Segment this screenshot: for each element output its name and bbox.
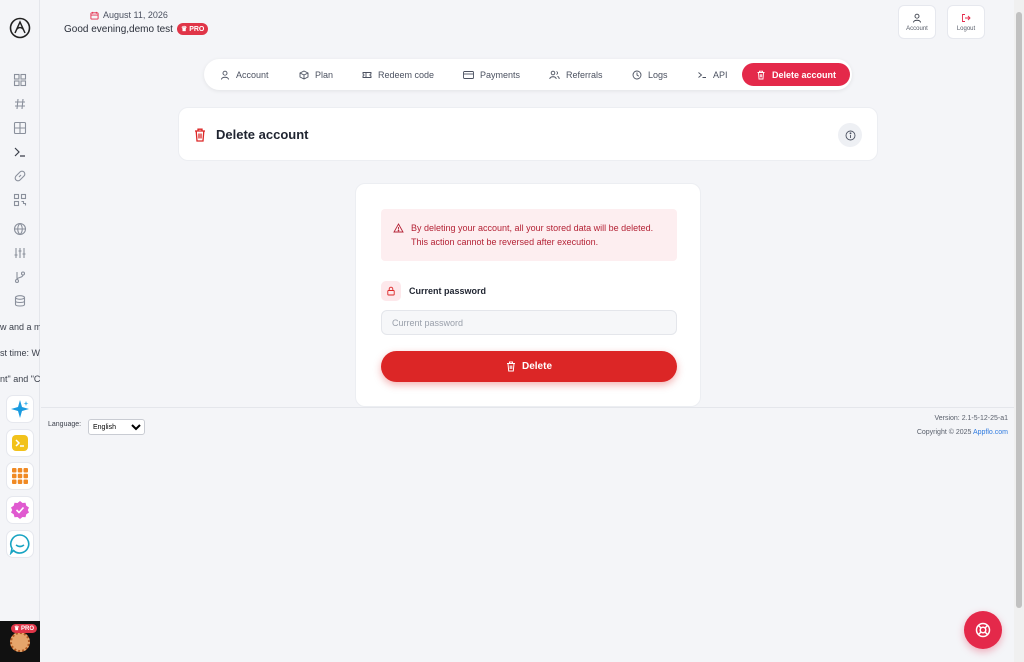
warning-alert: By deleting your account, all your store… (381, 209, 677, 261)
qr-code-icon[interactable] (13, 193, 27, 207)
ticket-icon (362, 70, 372, 80)
date-display: August 11, 2026 (90, 10, 168, 20)
tab-label: Redeem code (378, 69, 435, 80)
sidebar-truncated-text: st time: W (0, 348, 40, 358)
globe-icon[interactable] (13, 222, 27, 236)
card-icon (463, 70, 474, 80)
tab-label: Referrals (566, 69, 603, 80)
trash-icon (506, 361, 516, 372)
delete-button[interactable]: Delete (381, 351, 677, 382)
chat-app[interactable] (6, 530, 34, 558)
password-label-row: Current password (381, 281, 486, 301)
terminal-app[interactable] (6, 429, 34, 457)
users-icon (549, 70, 560, 80)
grid-app[interactable] (6, 462, 34, 490)
account-tabs: Account Plan Redeem code Payments Referr… (204, 59, 852, 90)
clock-icon (632, 70, 642, 80)
tab-label: API (713, 69, 728, 80)
verified-app[interactable] (6, 496, 34, 524)
box-icon (299, 69, 309, 80)
dashboard-icon[interactable] (13, 73, 27, 87)
version-text: Version: 2.1-5-12-25-a1 (934, 415, 1008, 422)
scrollbar-thumb[interactable] (1016, 12, 1022, 608)
apps-grid-icon (11, 467, 29, 485)
account-button-label: Account (906, 25, 928, 32)
account-button[interactable]: Account (898, 5, 936, 39)
tab-plan[interactable]: Plan (299, 63, 333, 86)
chat-bubble-icon (9, 533, 31, 555)
verified-badge-icon (10, 500, 30, 520)
page-header-card: Delete account (178, 107, 878, 161)
language-label: Language: (48, 421, 82, 428)
current-password-input[interactable] (381, 310, 677, 335)
help-button[interactable] (964, 611, 1002, 649)
tab-redeem-code[interactable]: Redeem code (362, 63, 434, 86)
user-icon (912, 13, 922, 23)
lock-icon (381, 281, 401, 301)
git-branch-icon[interactable] (13, 270, 27, 284)
pro-badge: ♛ PRO (176, 23, 209, 35)
password-label: Current password (409, 286, 487, 296)
sidebar-truncated-text: w and a m (0, 322, 40, 332)
hashtag-icon[interactable] (13, 97, 27, 111)
greeting: Good evening,demo test ♛ PRO (64, 23, 209, 35)
trash-icon (756, 70, 766, 80)
sidebar-truncated-text: nt" and "C (0, 374, 40, 384)
lifebuoy-icon (975, 622, 991, 638)
tab-account[interactable]: Account (220, 63, 269, 86)
tab-delete-account[interactable]: Delete account (742, 63, 851, 86)
trash-icon (194, 128, 206, 142)
footer-divider (41, 407, 1014, 408)
tab-label: Logs (648, 69, 668, 80)
tab-label: Delete account (772, 69, 837, 80)
ai-sparkle-app[interactable] (6, 395, 34, 423)
user-avatar[interactable]: ♛ PRO (0, 621, 40, 662)
terminal-app-icon (11, 434, 29, 452)
warning-icon (393, 223, 404, 233)
tab-payments[interactable]: Payments (463, 63, 520, 86)
app-logo-icon[interactable] (9, 17, 31, 39)
copyright: Copyright © 2025 Appflo.com (917, 429, 1008, 436)
info-icon (845, 130, 856, 141)
terminal-icon (697, 70, 707, 80)
logout-icon (961, 13, 971, 23)
sidebar: w and a m st time: W nt" and "C ♛ PRO (0, 0, 40, 662)
tab-label: Plan (315, 69, 334, 80)
greeting-text: Good evening,demo test (64, 23, 173, 35)
grid-icon[interactable] (13, 121, 27, 135)
copyright-link[interactable]: Appflo.com (973, 429, 1008, 436)
delete-account-form: By deleting your account, all your store… (355, 183, 701, 407)
language-select[interactable]: English (88, 419, 145, 435)
avatar-image (10, 632, 30, 652)
sparkle-icon (10, 399, 30, 419)
warning-text: By deleting your account, all your store… (411, 223, 654, 247)
copyright-text: Copyright © 2025 (916, 429, 972, 436)
avatar-pro-badge: ♛ PRO (10, 624, 37, 633)
tab-label: Account (236, 69, 269, 80)
tab-referrals[interactable]: Referrals (549, 63, 603, 86)
page-title: Delete account (216, 127, 309, 142)
logout-button-label: Logout (956, 25, 976, 32)
tab-logs[interactable]: Logs (632, 63, 668, 86)
delete-button-label: Delete (521, 361, 552, 372)
logout-button[interactable]: Logout (947, 5, 985, 39)
page-scrollbar[interactable] (1014, 0, 1024, 662)
tab-label: Payments (480, 69, 521, 80)
info-button[interactable] (838, 123, 862, 147)
user-icon (220, 70, 230, 80)
sliders-icon[interactable] (13, 246, 27, 260)
calendar-icon (90, 11, 99, 20)
link-icon[interactable] (13, 169, 27, 183)
tab-api[interactable]: API (697, 63, 728, 86)
terminal-icon[interactable] (13, 145, 27, 159)
database-icon[interactable] (13, 294, 27, 308)
date-text: August 11, 2026 (103, 10, 168, 20)
